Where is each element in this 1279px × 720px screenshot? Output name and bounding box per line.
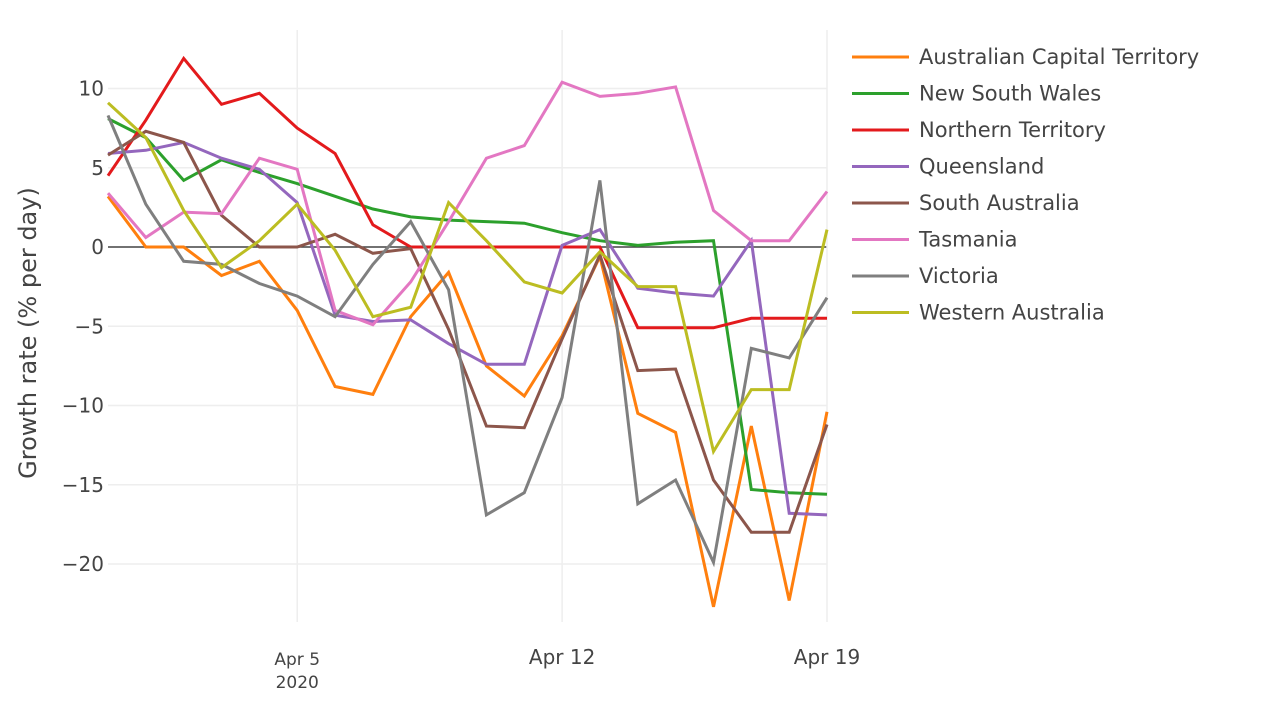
legend-item-new-south-wales[interactable]: New South Wales <box>852 82 1101 106</box>
legend-label: Western Australia <box>919 301 1105 325</box>
y-tick-label: −20 <box>62 552 104 576</box>
legend-label: Northern Territory <box>919 118 1106 142</box>
x-tick-label: Apr 5 <box>274 650 320 670</box>
y-tick-label: 0 <box>91 235 104 259</box>
legend-item-south-australia[interactable]: South Australia <box>852 191 1080 215</box>
legend-item-victoria[interactable]: Victoria <box>852 264 999 288</box>
legend-item-western-australia[interactable]: Western Australia <box>852 301 1105 325</box>
series-line-queensland <box>107 140 828 517</box>
legend-item-northern-territory[interactable]: Northern Territory <box>852 118 1106 142</box>
x-tick-label: Apr 12 <box>529 645 595 669</box>
y-tick-label: −5 <box>75 314 104 338</box>
series-line-new-south-wales <box>107 117 828 496</box>
line-chart: 10 5 0 −5 −10 −15 −20 Apr 5 2020 Apr 12 Apr 19 Gr… <box>14 30 1199 693</box>
legend-label: South Australia <box>919 191 1080 215</box>
series-lines <box>106 55 829 608</box>
y-tick-label: −15 <box>62 473 104 497</box>
y-tick-label: 10 <box>79 77 104 101</box>
legend-item-tasmania[interactable]: Tasmania <box>852 228 1018 252</box>
legend-label: Tasmania <box>918 228 1018 252</box>
legend-item-australian-capital-territory[interactable]: Australian Capital Territory <box>852 45 1199 69</box>
legend-item-queensland[interactable]: Queensland <box>852 155 1044 179</box>
legend-label: Queensland <box>919 155 1044 179</box>
x-tick-year-label: 2020 <box>276 673 319 693</box>
x-tick-label: Apr 19 <box>794 645 860 669</box>
legend-label: Australian Capital Territory <box>919 45 1199 69</box>
y-tick-label: 5 <box>91 156 104 180</box>
x-axis-ticks: Apr 5 2020 Apr 12 Apr 19 <box>274 645 860 693</box>
legend-label: New South Wales <box>919 82 1101 106</box>
y-axis-ticks: 10 5 0 −5 −10 −15 −20 <box>62 77 104 577</box>
y-axis-title: Growth rate (% per day) <box>14 187 42 479</box>
legend-label: Victoria <box>919 264 999 288</box>
legend: Australian Capital Territory New South Wa… <box>852 45 1199 325</box>
y-tick-label: −10 <box>62 394 104 418</box>
series-line-victoria <box>106 114 829 568</box>
